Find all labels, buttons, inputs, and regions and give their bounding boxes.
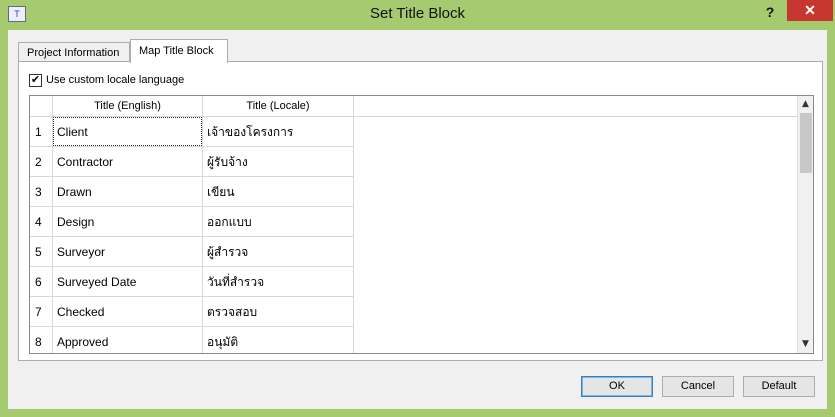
cancel-button[interactable]: Cancel	[662, 376, 734, 397]
table-row[interactable]: 7 Checked ตรวจสอบ	[30, 297, 354, 327]
row-index: 5	[30, 237, 53, 267]
title-locale-cell[interactable]: ผู้สำรวจ	[203, 237, 354, 267]
header-title-locale[interactable]: Title (Locale)	[203, 96, 354, 117]
grid-header-row: Title (English) Title (Locale)	[30, 96, 800, 117]
row-index: 1	[30, 117, 53, 147]
title-locale-cell[interactable]: เขียน	[203, 177, 354, 207]
title-english-cell[interactable]: Surveyed Date	[53, 267, 203, 297]
header-empty	[354, 96, 800, 117]
title-english-cell[interactable]: Drawn	[53, 177, 203, 207]
row-index: 2	[30, 147, 53, 177]
ok-button[interactable]: OK	[581, 376, 653, 397]
title-english-cell[interactable]: Checked	[53, 297, 203, 327]
dialog-window: T Set Title Block ? ✕ Project Informatio…	[0, 0, 835, 417]
title-locale-cell[interactable]: ออกแบบ	[203, 207, 354, 237]
table-row[interactable]: 5 Surveyor ผู้สำรวจ	[30, 237, 354, 267]
use-custom-locale-checkbox[interactable]: ✔	[29, 74, 42, 87]
grid-vertical-scrollbar[interactable]: ▲ ▼	[797, 96, 813, 353]
title-english-cell[interactable]: Approved	[53, 327, 203, 353]
scrollbar-thumb[interactable]	[800, 113, 812, 173]
title-locale-cell[interactable]: เจ้าของโครงการ	[203, 117, 354, 147]
table-row[interactable]: 8 Approved อนุมัติ	[30, 327, 354, 353]
use-custom-locale-label[interactable]: Use custom locale language	[46, 74, 184, 86]
row-index: 8	[30, 327, 53, 353]
title-locale-cell[interactable]: วันที่สำรวจ	[203, 267, 354, 297]
table-row[interactable]: 6 Surveyed Date วันที่สำรวจ	[30, 267, 354, 297]
tab-project-information[interactable]: Project Information	[18, 42, 130, 62]
dialog-client-area: Project Information Map Title Block ✔ Us…	[8, 30, 827, 409]
table-row[interactable]: 1 Client เจ้าของโครงการ	[30, 117, 354, 147]
close-button[interactable]: ✕	[787, 0, 833, 21]
title-english-cell[interactable]: Design	[53, 207, 203, 237]
table-row[interactable]: 2 Contractor ผู้รับจ้าง	[30, 147, 354, 177]
title-bar[interactable]: T Set Title Block ? ✕	[0, 0, 835, 30]
default-button[interactable]: Default	[743, 376, 815, 397]
title-english-cell[interactable]: Surveyor	[53, 237, 203, 267]
row-index: 7	[30, 297, 53, 327]
tab-map-title-block[interactable]: Map Title Block	[130, 39, 228, 63]
title-english-cell[interactable]: Contractor	[53, 147, 203, 177]
row-index: 3	[30, 177, 53, 207]
table-row[interactable]: 3 Drawn เขียน	[30, 177, 354, 207]
scroll-down-icon[interactable]: ▼	[798, 336, 813, 353]
map-title-block-panel: ✔ Use custom locale language Title (Engl…	[18, 61, 823, 361]
scroll-up-icon[interactable]: ▲	[798, 96, 813, 113]
row-index: 4	[30, 207, 53, 237]
header-title-english[interactable]: Title (English)	[53, 96, 203, 117]
title-block-grid: Title (English) Title (Locale) 1 Client …	[29, 95, 814, 354]
window-title: Set Title Block	[369, 5, 466, 22]
title-english-cell[interactable]: Client	[53, 117, 203, 147]
table-row[interactable]: 4 Design ออกแบบ	[30, 207, 354, 237]
title-locale-cell[interactable]: อนุมัติ	[203, 327, 354, 353]
help-button[interactable]: ?	[759, 2, 781, 22]
header-index[interactable]	[30, 96, 53, 117]
title-locale-cell[interactable]: ตรวจสอบ	[203, 297, 354, 327]
title-locale-cell[interactable]: ผู้รับจ้าง	[203, 147, 354, 177]
row-index: 6	[30, 267, 53, 297]
